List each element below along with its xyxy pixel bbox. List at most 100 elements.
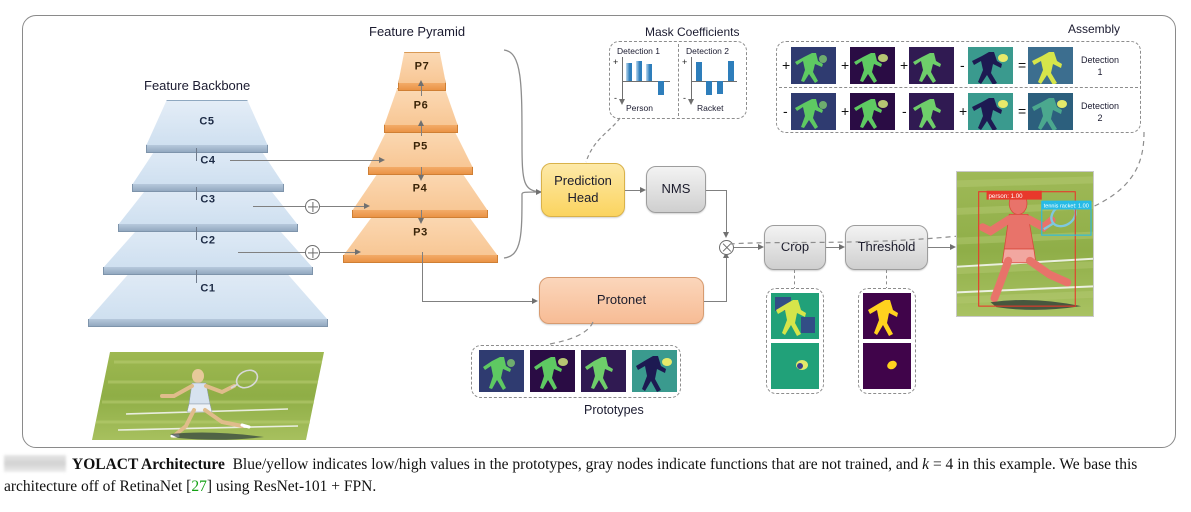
- lateral-arrow-head: [355, 248, 361, 255]
- detection2-bar-4: [728, 61, 734, 81]
- pyramid-layer-label: P3: [413, 226, 428, 239]
- assembly-row2-sign-1: -: [783, 103, 788, 119]
- protonet-label: Protonet: [596, 292, 647, 308]
- final-output-image: person: 1.00 tennis racket: 1.00: [956, 171, 1094, 317]
- caption-math-eq: = 4: [929, 456, 954, 473]
- assembly-row1-proto-3: [909, 47, 954, 84]
- threshold-racket-map: [863, 343, 911, 389]
- add-operator-1: [305, 199, 320, 214]
- pyramid-layer-label: P6: [413, 99, 429, 112]
- crop-panel-connector: [794, 270, 795, 290]
- pyramid-arrow-down-p4-p3-head: [417, 218, 424, 224]
- backbone-layer-label: C5: [199, 115, 215, 128]
- p3-to-protonet-arrow-head: [532, 297, 538, 304]
- plate-side-face: [132, 184, 284, 192]
- prediction-head-node[interactable]: Prediction Head: [541, 163, 625, 217]
- detection1-plus-sign: +: [613, 57, 619, 67]
- redacted-figure-number: [4, 455, 66, 472]
- backbone-connector: [196, 148, 197, 161]
- assembly-row1-sign-3: +: [900, 57, 909, 73]
- racket-box-label-text: tennis racket: 1.00: [1044, 204, 1089, 210]
- detection2-y-axis: [691, 57, 692, 101]
- pyramid-layer-label: P4: [412, 182, 428, 195]
- pyramid-arrow-down-p5-p4-head: [417, 175, 424, 181]
- plate-side-face: [343, 255, 498, 263]
- crop-racket-map: [771, 343, 819, 389]
- prototype-1: [479, 350, 524, 392]
- detection2-class-label: Racket: [697, 103, 724, 113]
- prediction-head-label: Prediction Head: [554, 173, 612, 207]
- threshold-person-map: [863, 293, 911, 339]
- assembly-row2-label: Detection 2: [1081, 100, 1119, 124]
- assembly-row1-sign-2: +: [841, 57, 850, 73]
- backbone-connector: [196, 187, 197, 200]
- pyramid-layer-label: P7: [414, 60, 430, 73]
- pyramid-arrow-up-p6-p7-head: [417, 80, 424, 86]
- assembly-row2-sign-4: +: [959, 103, 968, 119]
- assembly-row1-label-line1: Detection: [1081, 55, 1120, 65]
- assembly-row1-label: Detection 1: [1081, 54, 1119, 78]
- pyramid-to-head-brace: [503, 49, 541, 259]
- lateral-arrow-head: [364, 202, 370, 209]
- backbone-layer-label: C1: [200, 282, 216, 295]
- detection1-bar-4: [658, 81, 664, 95]
- detection2-bar-3: [717, 81, 723, 94]
- assembly-row1-result: [1028, 47, 1073, 84]
- detection1-class-label: Person: [626, 103, 653, 113]
- pyramid-arrow-up-p5-p6: [421, 126, 422, 136]
- detection2-bar-1: [696, 62, 702, 81]
- add-operator-2: [305, 245, 320, 260]
- detection2-minus-sign: -: [683, 93, 686, 103]
- backbone-layer-label: C2: [200, 234, 216, 247]
- person-box-label-text: person: 1.00: [989, 193, 1024, 200]
- assembly-row1-proto-4: [968, 47, 1013, 84]
- prototypes-title: Prototypes: [584, 403, 644, 417]
- prototype-3: [581, 350, 626, 392]
- assembly-row2-sign-5: =: [1018, 103, 1027, 119]
- assembly-row1-sign-1: +: [782, 57, 791, 73]
- lateral-arrow-head: [379, 156, 385, 163]
- plate-side-face: [88, 319, 328, 327]
- lateral-connection-p4: [320, 206, 364, 207]
- backbone-layer-c5: C5: [146, 100, 268, 153]
- nms-node[interactable]: NMS: [646, 166, 706, 213]
- backbone-layer-label: C3: [200, 193, 216, 206]
- assembly-row1-proto-1: [791, 47, 836, 84]
- pyramid-arrow-up-p6-p7: [421, 86, 422, 96]
- assembly-row2-proto-3: [909, 93, 954, 130]
- mask-coefficients-divider: [678, 44, 679, 116]
- protonet-up-line: [726, 256, 727, 302]
- detection2-plus-sign: +: [682, 57, 688, 67]
- backbone-connector: [196, 270, 197, 283]
- assembly-title: Assembly: [1068, 22, 1121, 36]
- plate-side-face: [146, 145, 268, 153]
- feature-backbone-title: Feature Backbone: [144, 78, 251, 93]
- detection2-y-axis-arrow: [687, 99, 694, 105]
- assembly-row1-label-line2: 1: [1097, 67, 1103, 78]
- detection1-minus-sign: -: [614, 93, 617, 103]
- lateral-connection-c3: [238, 252, 305, 253]
- p3-to-protonet-horizontal: [422, 301, 532, 302]
- detection1-bar-3: [646, 64, 652, 81]
- detection1-bar-1: [626, 63, 632, 81]
- protonet-out-line: [704, 301, 726, 302]
- maskcoeff-to-head-connector: [585, 117, 621, 163]
- figure-caption: YOLACT Architecture Blue/yellow indicate…: [4, 454, 1187, 499]
- feature-pyramid-title: Feature Pyramid: [369, 24, 466, 39]
- pyramid-layer-label: P5: [413, 140, 428, 153]
- detection2-bar-2: [706, 81, 712, 95]
- detection2-title: Detection 2: [686, 46, 729, 56]
- assembly-row1-proto-2: [850, 47, 895, 84]
- detection1-title: Detection 1: [617, 46, 660, 56]
- protonet-node[interactable]: Protonet: [539, 277, 704, 324]
- caption-reference: 27: [191, 478, 207, 496]
- lateral-connection-c4: [253, 206, 305, 207]
- caption-title: YOLACT Architecture: [72, 456, 225, 473]
- pyramid-arrow-up-p5-p6-head: [417, 120, 424, 126]
- p3-to-protonet-vertical: [422, 252, 423, 301]
- assembly-row-divider: [779, 87, 1138, 88]
- assembly-row2-proto-1: [791, 93, 836, 130]
- protonet-to-prototypes-connector: [549, 321, 594, 345]
- detection1-y-axis-arrow: [618, 99, 625, 105]
- nms-label: NMS: [661, 181, 691, 197]
